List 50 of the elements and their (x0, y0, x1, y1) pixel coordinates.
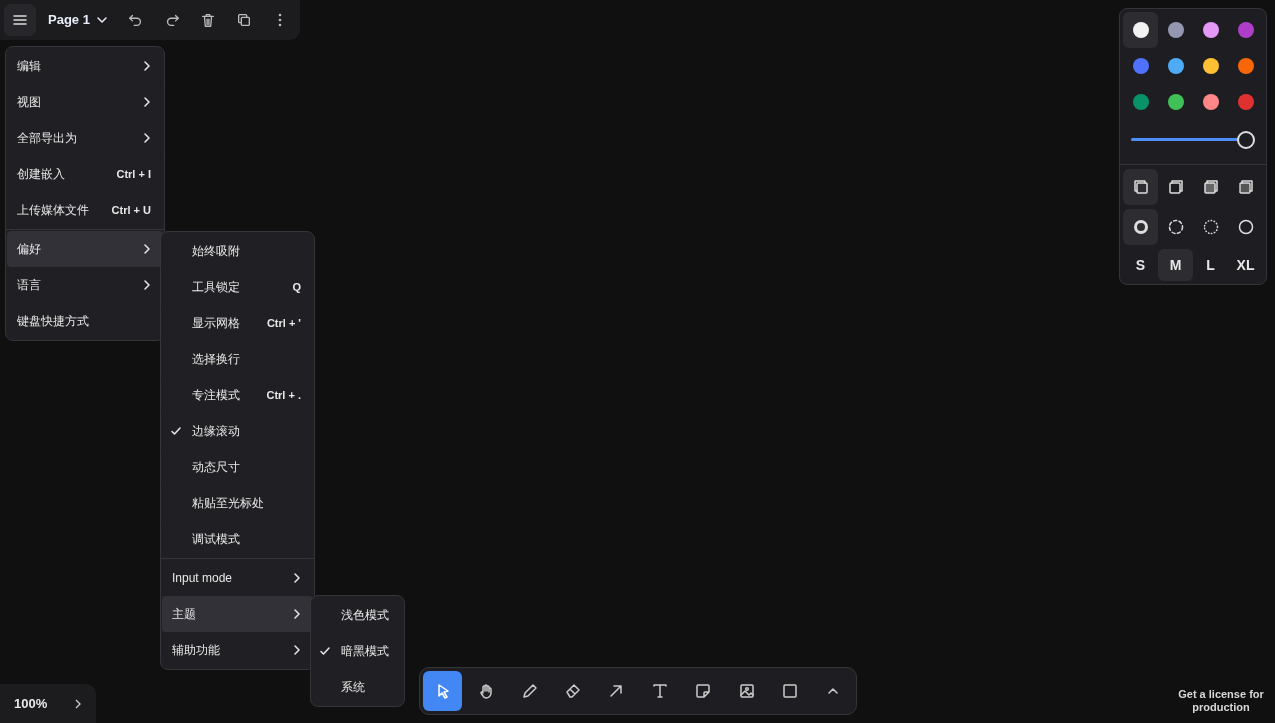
keyboard-shortcut: Ctrl + . (266, 387, 301, 403)
more-vertical-icon (277, 13, 282, 27)
sticky-note-icon (694, 682, 713, 700)
dash-draw-icon (1131, 218, 1150, 236)
fill-none-button[interactable] (1123, 169, 1158, 205)
chevron-right-icon (143, 96, 151, 108)
select-tool-button[interactable] (423, 671, 463, 711)
keyboard-shortcut: Ctrl + I (116, 166, 151, 182)
chevron-right-icon (143, 132, 151, 144)
chevron-right-icon (293, 608, 301, 620)
size-button[interactable]: L (1193, 249, 1228, 281)
zoom-level[interactable]: 100% (14, 693, 48, 714)
chevron-right-icon (143, 279, 151, 291)
image-icon (737, 682, 756, 700)
menu-item[interactable]: 偏好 (7, 231, 163, 267)
dash-dotted-icon (1201, 218, 1220, 236)
trash-icon (199, 12, 216, 28)
eraser-icon (563, 682, 582, 700)
size-button[interactable]: XL (1228, 249, 1263, 281)
menu-icon (12, 12, 28, 28)
chevron-down-icon (95, 14, 108, 26)
size-button[interactable]: S (1123, 249, 1158, 281)
keyboard-shortcut: Q (292, 279, 301, 295)
menu-item[interactable]: 主题 (162, 596, 313, 632)
color-swatch-button[interactable] (1123, 12, 1158, 48)
menu-item[interactable]: 暗黑模式 (311, 633, 404, 669)
chevron-right-icon (143, 243, 151, 255)
menu-item[interactable]: 浅色模式 (311, 597, 404, 633)
duplicate-icon (235, 12, 252, 28)
fill-none-icon (1131, 178, 1150, 196)
size-button[interactable]: M (1158, 249, 1193, 281)
chevron-right-icon (293, 644, 301, 656)
text-icon (650, 682, 669, 700)
pencil-icon (520, 682, 539, 700)
rectangle-icon (780, 682, 799, 700)
keyboard-shortcut: Ctrl + U (111, 202, 151, 218)
undo-icon (127, 12, 144, 28)
dash-draw-button[interactable] (1123, 209, 1158, 245)
license-link[interactable]: Get a license for production (1170, 688, 1272, 714)
chevron-right-icon[interactable] (74, 697, 82, 710)
fill-semi-icon (1166, 178, 1185, 196)
menu-button[interactable] (4, 4, 36, 36)
menu-item[interactable]: 系统 (311, 669, 404, 705)
fill-pattern-icon (1236, 178, 1255, 196)
chevron-right-icon (293, 572, 301, 584)
chevron-right-icon (143, 60, 151, 72)
dash-solid-icon (1236, 218, 1255, 236)
keyboard-shortcut: Ctrl + ' (266, 315, 301, 331)
fill-solid-icon (1201, 178, 1220, 196)
dash-dashed-icon (1166, 218, 1185, 236)
